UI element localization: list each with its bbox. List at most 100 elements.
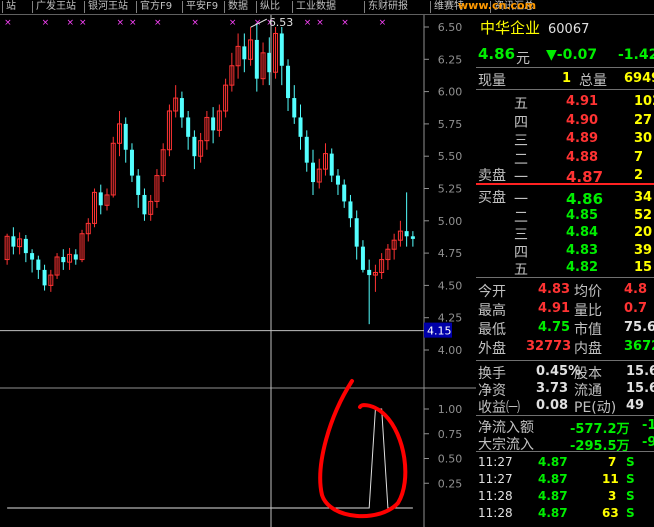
toolbar-item[interactable]: 广发王站 (36, 0, 76, 14)
signal-marker: × (254, 18, 262, 28)
buy-level-label: 五 (514, 262, 528, 278)
price-tick-label: 5.75 (438, 118, 463, 131)
stat-label: 最低 (478, 322, 506, 338)
price-tick-label: 5.50 (438, 150, 463, 163)
stat-label: 量比 (574, 303, 602, 319)
sell-level-label: 二 (514, 151, 528, 168)
quote-panel: 中华企业 60067 4.86 元 ▼-0.07 -1.42 现量 1 总量 69… (476, 15, 654, 527)
tick-price: 4.87 (538, 489, 568, 503)
sell-label: 卖盘 (478, 168, 506, 184)
sell-level-qty: 102 (634, 94, 654, 109)
candle-body (242, 46, 247, 60)
signal-marker: × (304, 18, 312, 28)
divider (476, 67, 654, 68)
sell-level-qty: 30 (634, 131, 653, 146)
sell-level-qty: 7 (634, 149, 644, 165)
candle-body (304, 136, 309, 163)
buy-level-price[interactable]: 4.84 (566, 225, 598, 240)
fundamental-label: 收益㈠ (478, 400, 520, 416)
toolbar-item[interactable]: 站 (6, 0, 16, 14)
price-tick-label: 4.00 (438, 344, 463, 357)
stat-label: 市值 (574, 322, 602, 338)
sell-level-price[interactable]: 4.88 (566, 150, 598, 165)
divider (476, 89, 654, 90)
candle-body (179, 98, 184, 118)
volume-now-label: 现量 (478, 73, 506, 89)
toolbar-item[interactable]: 银河王站 (88, 0, 128, 14)
divider (476, 451, 654, 452)
signal-marker: × (129, 18, 137, 28)
candle-body (254, 39, 259, 79)
buy-level-price[interactable]: 4.86 (566, 190, 603, 208)
fundamental-label: PE(动) (574, 400, 617, 416)
toolbar-item[interactable]: 东财研报 (368, 0, 408, 14)
price-tick-label: 6.50 (438, 21, 463, 34)
candle-body (348, 201, 353, 219)
divider (476, 415, 654, 416)
candle-body (335, 175, 340, 185)
tick-time: 11:27 (478, 455, 513, 469)
candle-body (123, 123, 128, 150)
volume-now-value: 1 (562, 71, 572, 86)
candle-body (73, 254, 78, 260)
flow-extra: -9 (642, 435, 654, 450)
candle-body (30, 253, 35, 260)
tick-volume: 11 (602, 472, 619, 486)
top-toolbar: 站广发王站 银河王站 官方F9 平安F9 数据 纵比 工业数据 东财研报 维赛特 资讯汇总 (0, 0, 654, 15)
fundamental-value: 3.73 (536, 381, 569, 396)
site-logo: www.cn.com (458, 0, 537, 12)
tick-time: 11:27 (478, 472, 513, 486)
indicator-tick-label: 1.00 (438, 403, 463, 416)
candle-body (410, 236, 415, 239)
fundamental-value: 15.6 (626, 381, 654, 396)
tick-time: 11:28 (478, 506, 513, 520)
price-tick-label: 5.25 (438, 183, 463, 196)
candle-body (279, 33, 284, 66)
high-label: 6.53 (269, 16, 294, 29)
stat-value: 3672 (624, 339, 654, 354)
signal-marker: × (316, 18, 324, 28)
buy-level-qty: 15 (634, 260, 653, 275)
buy-level-price[interactable]: 4.83 (566, 243, 598, 258)
volume-total-label: 总量 (579, 73, 607, 89)
signal-marker: × (116, 18, 124, 28)
fundamental-value: 0.08 (536, 398, 569, 413)
toolbar-separator (32, 1, 33, 13)
sell-level-price[interactable]: 4.89 (566, 131, 598, 146)
buy-level-qty: 52 (634, 207, 653, 223)
candle-body (311, 162, 315, 183)
signal-marker: × (191, 18, 199, 28)
signal-marker: × (341, 18, 349, 28)
sell-level-price[interactable]: 4.90 (566, 113, 598, 128)
toolbar-item[interactable]: 数据 (228, 0, 248, 14)
indicator-tick-label: 0.25 (438, 477, 463, 490)
tick-price: 4.87 (538, 455, 568, 469)
tick-price: 4.87 (538, 506, 568, 520)
price-tick-label: 4.50 (438, 279, 463, 292)
tick-side: S (626, 506, 635, 520)
stat-value: 0.7 (624, 301, 648, 316)
candlestick-chart[interactable]: 6.506.256.005.755.505.255.004.754.504.25… (0, 15, 476, 527)
toolbar-item[interactable]: 官方F9 (140, 0, 172, 14)
toolbar-separator (224, 1, 225, 13)
toolbar-item[interactable]: 工业数据 (296, 0, 336, 14)
candle-body (23, 238, 28, 254)
toolbar-item[interactable]: 纵比 (260, 0, 280, 14)
toolbar-item[interactable]: 平安F9 (186, 0, 218, 14)
toolbar-separator (256, 1, 257, 13)
price-change: ▼-0.07 (546, 47, 598, 63)
toolbar-separator (292, 1, 293, 13)
toolbar-separator (136, 1, 137, 13)
signal-marker: × (42, 18, 50, 28)
buy-level-qty: 34 (634, 190, 653, 205)
current-price: 4.86 (478, 45, 516, 63)
stat-value: 4.8 (624, 282, 648, 297)
candle-body (61, 256, 66, 263)
sell-level-price[interactable]: 4.91 (566, 94, 598, 109)
buy-level-price[interactable]: 4.85 (566, 208, 598, 223)
stock-title: 中华企业 60067 (480, 17, 589, 38)
sell-level-qty: 2 (634, 168, 644, 183)
annotation-circle (318, 379, 408, 519)
price-tick-label: 6.25 (438, 53, 463, 66)
buy-level-price[interactable]: 4.82 (566, 260, 598, 275)
